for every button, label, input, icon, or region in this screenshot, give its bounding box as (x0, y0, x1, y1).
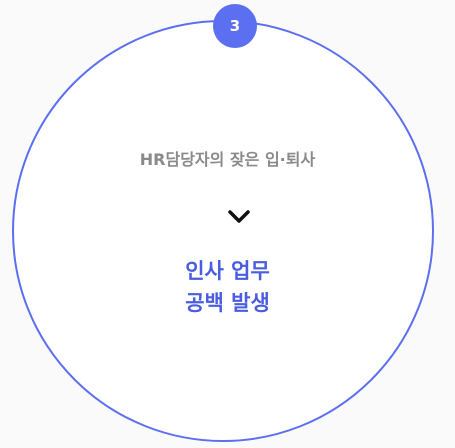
result-line-2: 공백 발생 (185, 291, 270, 315)
cause-text: HR담당자의 잦은 입·퇴사 (139, 150, 316, 169)
step-circle (12, 20, 434, 442)
step-number-badge: 3 (213, 4, 257, 48)
step-number: 3 (229, 17, 241, 35)
result-line-1: 인사 업무 (185, 259, 270, 283)
chevron-down-icon (228, 210, 250, 223)
result-text: 인사 업무 공백 발생 (0, 255, 455, 319)
